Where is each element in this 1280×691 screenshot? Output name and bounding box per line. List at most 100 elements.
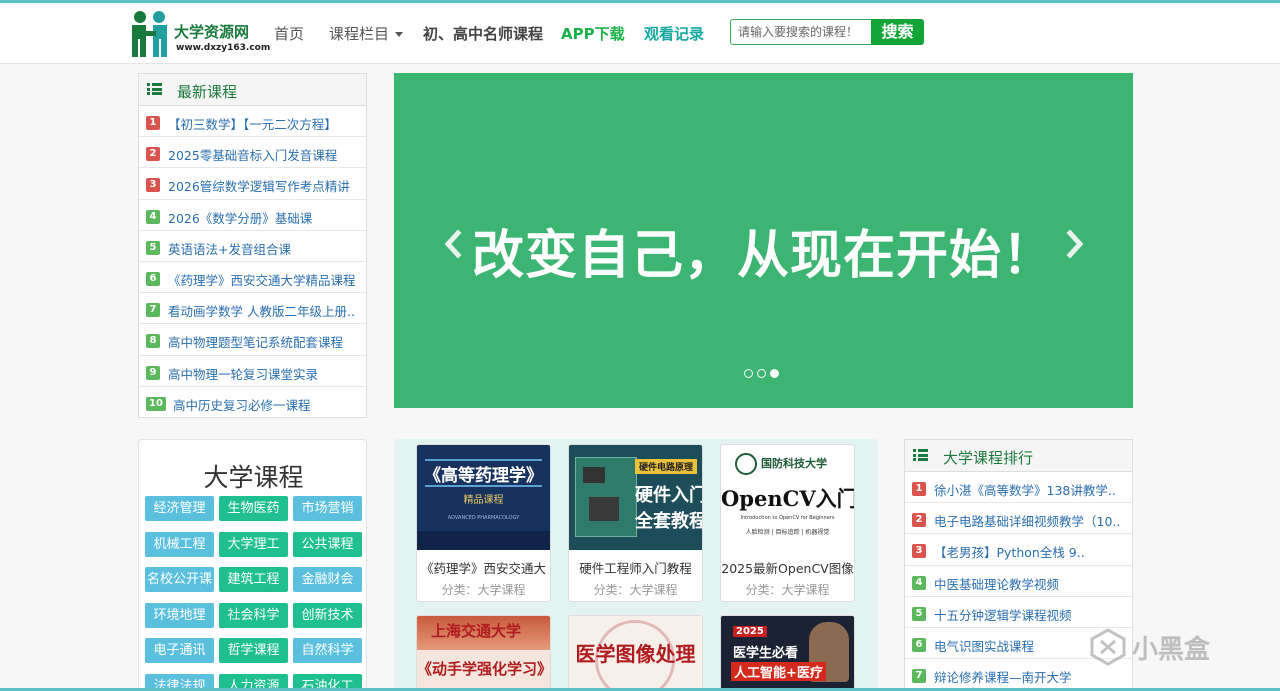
list-item[interactable]: 1 【初三数学】【一元二次方程】 [139,106,366,138]
course-title: 《药理学》西安交通大 [420,561,546,576]
nav-course-columns-label: 课程栏目 [329,25,390,43]
course-card[interactable]: 《高等药理学》 精品课程 ADVANCED PHARMACOLOGY 《药理学》… [416,444,551,602]
rank-badge: 7 [146,303,160,318]
carousel-indicators [744,369,784,379]
category-tag[interactable]: 名校公开课 [145,567,214,592]
carousel-dot-1[interactable] [744,369,753,378]
list-item[interactable]: 10 高中历史复习必修一课程 [139,387,366,418]
course-cards-area: 《高等药理学》 精品课程 ADVANCED PHARMACOLOGY 《药理学》… [394,439,878,691]
category-tag[interactable]: 公共课程 [293,531,362,557]
category-tag[interactable]: 建筑工程 [219,567,288,592]
list-item-label: 高中物理一轮复习课堂实录 [168,366,319,382]
nav-watch-history[interactable]: 观看记录 [644,23,704,44]
thumbnail-main: OpenCV入门 [721,486,854,511]
thumbnail-line2: 人工智能+医疗 [731,662,826,681]
list-item-label: 2025零基础音标入门发音课程 [168,148,338,164]
course-card[interactable]: 上海交通大学 《动手学强化学习》 [416,615,551,691]
list-item[interactable]: 4 2026《数学分册》基础课 [139,200,366,231]
chevron-down-icon [395,32,404,37]
carousel-dot-3[interactable] [770,369,779,378]
search-button[interactable]: 搜索 [871,19,924,45]
site-logo[interactable]: 大学资源网 www.dxzy163.com [128,9,271,59]
list-icon [147,83,162,95]
list-item-label: 中医基础理论教学视频 [934,576,1060,592]
nav-famous-teachers[interactable]: 初、高中名师课程 [423,23,543,44]
category-tag[interactable]: 电子通讯 [145,638,214,663]
course-thumbnail: 医学图像处理 [569,616,702,691]
rank-badge: 10 [146,396,166,411]
rank-badge: 6 [146,271,160,286]
thumbnail-subtitle: 精品课程 [463,495,504,506]
latest-courses-list: 1 【初三数学】【一元二次方程】 2 2025零基础音标入门发音课程 3 2026管综数学… [139,106,366,418]
category-tag[interactable]: 大学理工 [219,531,288,557]
list-item[interactable]: 5 英语语法+发音组合课 [139,231,366,262]
course-card[interactable]: 2025 医学生必看 人工智能+医疗 [720,615,855,691]
category-tag[interactable]: 金融财会 [293,567,362,592]
university-categories-title: 大学课程 [203,463,304,492]
list-item-label: 辩论修养课程—南开大学 [934,670,1072,686]
logo-title: 大学资源网 [174,23,250,41]
thumbnail-title: 《高等药理学》 [424,466,543,486]
list-item-label: 电子电路基础详细视频教学（10.. [934,514,1121,530]
hero-banner[interactable]: 改变自己，从现在开始！ [394,73,1133,408]
category-tag[interactable]: 创新技术 [293,602,362,628]
logo-url: www.dxzy163.com [176,43,271,53]
list-item[interactable]: 9 高中物理一轮复习课堂实录 [139,356,366,387]
chevron-right-icon[interactable] [1064,229,1086,259]
list-item-label: 徐小湛《高等数学》138讲教学.. [934,483,1116,498]
carousel-dot-2[interactable] [757,369,766,378]
course-card[interactable]: 国防科技大学 OpenCV入门 Introduction to OpenCV f… [720,444,855,602]
navbar: 大学资源网 www.dxzy163.com 首页 课程栏目 初、高中名师课程 A… [0,3,1280,64]
course-category: 分类：大学课程 [593,583,678,597]
list-item-label: 【初三数学】【一元二次方程】 [168,117,337,132]
xiaoheihe-logo-icon [1090,628,1126,666]
list-item[interactable]: 2 电子电路基础详细视频教学（10.. [905,503,1132,535]
thumbnail-school: 上海交通大学 [431,622,522,640]
course-title: 2025最新OpenCV图像 [721,561,854,576]
course-category: 分类：大学课程 [745,583,830,597]
list-item[interactable]: 7 看动画学数学 人教版二年级上册.. [139,293,366,325]
course-thumbnail: 国防科技大学 OpenCV入门 Introduction to OpenCV f… [721,445,854,550]
university-ranking-header: 大学课程排行 [905,440,1132,472]
nav-app-download[interactable]: APP下载 [561,23,625,44]
course-thumbnail: 硬件电路原理 硬件入门 全套教程 [569,445,702,550]
rank-badge: 3 [146,178,160,193]
list-item[interactable]: 3 【老男孩】Python全栈 9.. [905,534,1132,566]
category-tag[interactable]: 经济管理 [145,496,214,521]
rank-badge: 1 [912,482,926,496]
category-tag[interactable]: 自然科学 [293,638,362,663]
list-item[interactable]: 4 中医基础理论教学视频 [905,566,1132,597]
university-ranking-title: 大学课程排行 [943,449,1034,467]
thumbnail-line2: 全套教程 [635,511,702,532]
list-item[interactable]: 6 《药理学》西安交通大学精品课程 [139,262,366,294]
nav-course-columns[interactable]: 课程栏目 [329,23,404,44]
list-item-label: 高中历史复习必修一课程 [173,397,311,413]
category-tag[interactable]: 市场营销 [293,496,362,521]
rank-badge: 3 [912,544,926,559]
category-tag[interactable]: 机械工程 [145,531,214,557]
course-card[interactable]: 硬件电路原理 硬件入门 全套教程 硬件工程师入门教程 分类：大学课程 [568,444,703,602]
list-item[interactable]: 2 2025零基础音标入门发音课程 [139,137,366,169]
nav-home[interactable]: 首页 [274,23,304,44]
category-tag[interactable]: 生物医药 [219,496,288,521]
university-categories-panel: 大学课程 经济管理 生物医药 市场营销机械工程 大学理工 公共课程名校公开课 建筑工程 金融… [138,439,367,691]
rank-badge: 7 [912,669,926,684]
thumbnail-school: 国防科技大学 [761,457,827,470]
rank-badge: 9 [146,365,160,380]
course-card[interactable]: 医学图像处理 [568,615,703,691]
list-item-label: 十五分钟逻辑学课程视频 [934,607,1072,623]
list-item-label: 看动画学数学 人教版二年级上册.. [168,304,355,320]
list-item-label: 英语语法+发音组合课 [168,241,291,257]
rank-badge: 2 [146,147,160,162]
thumbnail-year: 2025 [733,626,767,637]
category-tag[interactable]: 环境地理 [145,602,214,628]
list-item[interactable]: 1 徐小湛《高等数学》138讲教学.. [905,472,1132,504]
list-item[interactable]: 8 高中物理题型笔记系统配套课程 [139,324,366,356]
category-tag[interactable]: 哲学课程 [219,638,288,663]
list-item[interactable]: 5 十五分钟逻辑学课程视频 [905,597,1132,628]
list-item-label: 高中物理题型笔记系统配套课程 [168,335,344,351]
category-tag[interactable]: 社会科学 [219,602,288,628]
list-item[interactable]: 3 2026管综数学逻辑写作考点精讲 [139,168,366,200]
search-input[interactable] [730,19,872,45]
thumbnail-main: 《动手学强化学习》 [417,660,550,678]
